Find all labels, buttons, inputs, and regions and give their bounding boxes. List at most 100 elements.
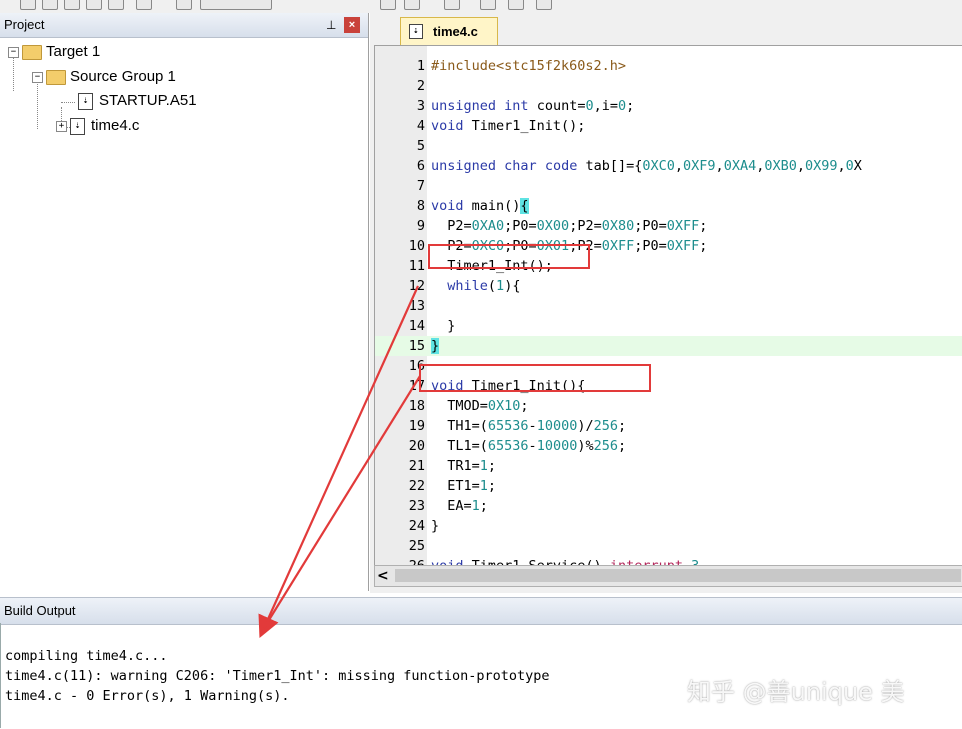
toolbar-button[interactable] <box>136 0 152 10</box>
scroll-left-icon[interactable]: < <box>377 566 389 586</box>
tree-item-label: Target 1 <box>46 43 101 60</box>
code-text: #include<stc15f2k60s2.h> <box>431 58 627 74</box>
tree-item-label: Source Group 1 <box>70 68 176 85</box>
code-line[interactable]: 20 TL1=(65536-10000)%256; <box>375 436 962 456</box>
line-number: 22 <box>408 478 425 494</box>
toolbar-button[interactable] <box>176 0 192 10</box>
code-line[interactable]: 21 TR1=1; <box>375 456 962 476</box>
line-number: 12 <box>408 278 425 294</box>
code-line[interactable]: 24} <box>375 516 962 536</box>
tree-item-label: STARTUP.A51 <box>99 92 197 109</box>
toolbar-button[interactable] <box>64 0 80 10</box>
line-number: 8 <box>416 198 425 214</box>
code-text: P2=0XA0;P0=0X00;P2=0X80;P0=0XFF; <box>431 218 708 234</box>
code-line[interactable]: 19 TH1=(65536-10000)/256; <box>375 416 962 436</box>
code-line[interactable]: 18 TMOD=0X10; <box>375 396 962 416</box>
code-text: while(1){ <box>447 278 521 294</box>
build-output-title: Build Output <box>4 603 76 618</box>
code-text: TH1=(65536-10000)/256; <box>431 418 627 434</box>
toolbar-button[interactable] <box>508 0 524 10</box>
code-line[interactable]: 23 EA=1; <box>375 496 962 516</box>
code-line[interactable]: 7 <box>375 176 962 196</box>
build-output-panel: Build Output compiling time4.c... time4.… <box>0 597 962 729</box>
file-icon: ⇣ <box>78 92 93 110</box>
expand-icon[interactable]: + <box>56 120 67 132</box>
code-line[interactable]: 5 <box>375 136 962 156</box>
toolbar-button[interactable] <box>404 0 420 10</box>
close-icon[interactable]: × <box>344 17 360 33</box>
code-line[interactable]: 3 unsigned int count=0,i=0; <box>375 96 962 116</box>
line-number: 21 <box>408 458 425 474</box>
tab-time4[interactable]: ⇣ time4.c <box>400 17 498 45</box>
code-line[interactable]: 9 P2=0XA0;P0=0X00;P2=0X80;P0=0XFF; <box>375 216 962 236</box>
code-text: unsigned int count=0,i=0; <box>431 98 635 114</box>
code-line[interactable]: 22 ET1=1; <box>375 476 962 496</box>
annotation-box-call <box>428 244 590 269</box>
code-text: } <box>431 338 440 354</box>
line-number: 17 <box>408 378 425 394</box>
toolbar-button[interactable] <box>480 0 496 10</box>
collapse-icon[interactable]: − <box>32 71 43 83</box>
line-number: 14 <box>408 318 425 334</box>
toolbar-button[interactable] <box>444 0 460 10</box>
code-text: TL1=(65536-10000)%256; <box>431 438 627 454</box>
code-line[interactable]: 12 while(1){ <box>375 276 962 296</box>
line-number: 15 <box>408 338 425 354</box>
code-text: } <box>431 518 440 534</box>
file-icon: ⇣ <box>409 24 423 39</box>
tree-connector <box>37 81 38 129</box>
watermark: 知乎 @善unique 美 <box>687 678 905 706</box>
pin-icon[interactable]: ⊥ <box>326 13 336 37</box>
tree-item-label: time4.c <box>91 117 140 134</box>
code-text: unsigned char code tab[]={0XC0,0XF9,0XA4… <box>431 158 862 174</box>
code-line[interactable]: 14 } <box>375 316 962 336</box>
line-number: 18 <box>408 398 425 414</box>
build-line: time4.c(11): warning C206: 'Timer1_Int':… <box>5 668 550 684</box>
tab-label: time4.c <box>433 24 478 39</box>
code-line[interactable]: 15} <box>375 336 962 356</box>
code-line[interactable]: 25 <box>375 536 962 556</box>
file-icon: ⇣ <box>70 117 85 135</box>
project-panel: Project ⊥ × − Target 1 − Source Group 1 ⇣ S… <box>0 13 369 591</box>
code-text: TR1=1; <box>431 458 497 474</box>
line-number: 9 <box>416 218 425 234</box>
code-line[interactable]: 4 void Timer1_Init(); <box>375 116 962 136</box>
code-line[interactable]: 6 unsigned char code tab[]={0XC0,0XF9,0XA… <box>375 156 962 176</box>
line-number: 2 <box>416 78 425 94</box>
target-folder-icon <box>22 44 42 60</box>
line-number: 20 <box>408 438 425 454</box>
editor-area: ⇣ time4.c 1 #include<stc15f2k60s2.h> 2 3 uns… <box>370 13 962 593</box>
toolbar-button[interactable] <box>380 0 396 10</box>
code-line[interactable]: 2 <box>375 76 962 96</box>
line-number: 11 <box>408 258 425 274</box>
horizontal-scrollbar[interactable]: < <box>374 565 962 587</box>
code-text: void Timer1_Init(); <box>431 118 586 134</box>
code-text: } <box>431 318 456 334</box>
code-line[interactable]: 8 void main(){ <box>375 196 962 216</box>
line-number: 23 <box>408 498 425 514</box>
code-line[interactable]: 1 #include<stc15f2k60s2.h> <box>375 56 962 76</box>
toolbar <box>0 0 962 13</box>
scroll-thumb[interactable] <box>395 569 961 582</box>
line-number: 7 <box>416 178 425 194</box>
tree-item-time4[interactable]: + ⇣ time4.c <box>56 115 139 137</box>
line-number: 6 <box>416 158 425 174</box>
folder-icon <box>46 69 66 85</box>
line-number: 5 <box>416 138 425 154</box>
code-line[interactable]: 13 <box>375 296 962 316</box>
tree-item-startup[interactable]: ⇣ STARTUP.A51 <box>78 90 197 112</box>
toolbar-button[interactable] <box>20 0 36 10</box>
line-number: 13 <box>408 298 425 314</box>
line-number: 3 <box>416 98 425 114</box>
toolbar-button[interactable] <box>536 0 552 10</box>
code-editor[interactable]: 1 #include<stc15f2k60s2.h> 2 3 unsigned int … <box>374 45 962 585</box>
tree-item-source-group[interactable]: − Source Group 1 <box>32 66 176 88</box>
project-panel-title: Project <box>4 17 45 32</box>
toolbar-button[interactable] <box>108 0 124 10</box>
toolbar-button[interactable] <box>86 0 102 10</box>
tree-item-target[interactable]: − Target 1 <box>8 41 100 63</box>
toolbar-button[interactable] <box>42 0 58 10</box>
target-select[interactable] <box>200 0 272 10</box>
annotation-box-definition <box>419 364 651 392</box>
collapse-icon[interactable]: − <box>8 46 19 58</box>
